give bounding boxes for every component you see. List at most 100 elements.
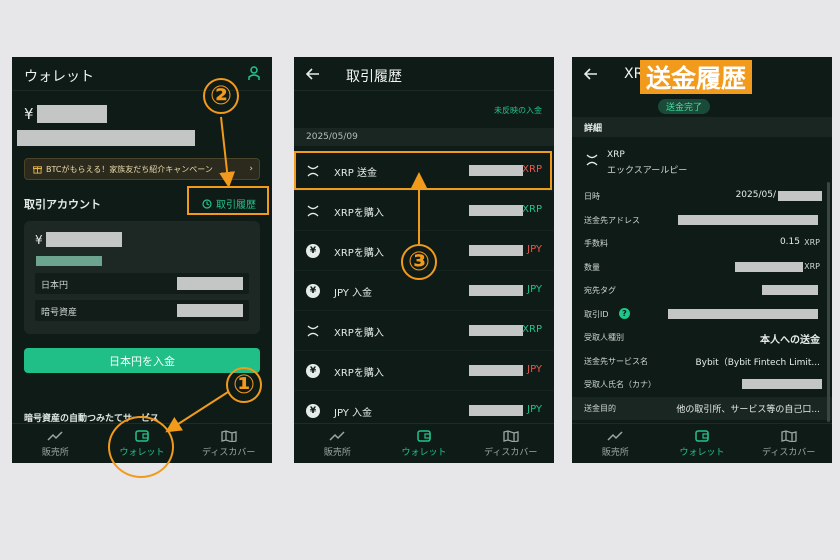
value-masked xyxy=(778,191,822,201)
back-arrow-icon[interactable] xyxy=(306,68,320,80)
crypto-row-label: 暗号資産 xyxy=(41,308,78,318)
nav-discover-label: ディスカバー xyxy=(483,447,538,458)
account-yen-symbol: ¥ xyxy=(35,233,43,247)
highlight-xrp-transfer xyxy=(294,151,552,190)
help-icon[interactable]: ? xyxy=(619,307,630,319)
annotation-one: ① xyxy=(226,367,262,403)
nav-market[interactable]: 販売所 xyxy=(294,424,381,463)
nav-market[interactable]: 販売所 xyxy=(12,424,99,463)
detail-label: 受取人氏名（カナ） xyxy=(584,380,656,389)
yen-coin-icon: ¥ xyxy=(306,404,320,418)
detail-value: Bybit（Bybit Fintech Limit... xyxy=(695,357,820,368)
transaction-row[interactable]: ¥ XRPを購入 JPY xyxy=(294,351,554,391)
nav-wallet-label: ウォレット xyxy=(679,447,725,458)
detail-header: 詳細 xyxy=(572,117,832,137)
scrollbar[interactable] xyxy=(827,182,830,422)
yen-coin-icon: ¥ xyxy=(306,284,320,298)
transaction-row[interactable]: XRPを購入 XRP xyxy=(294,191,554,231)
detail-row: 手数料 0.15 XRP xyxy=(572,232,832,255)
page-title: ウォレット xyxy=(24,69,94,85)
nav-market-label: 販売所 xyxy=(41,447,69,458)
nav-market[interactable]: 販売所 xyxy=(572,424,659,463)
balance-sub-masked xyxy=(17,130,195,146)
chevron-right-icon: › xyxy=(249,164,253,174)
transaction-unit: JPY xyxy=(527,404,542,415)
highlight-history-link xyxy=(187,186,269,215)
detail-label: 送金先サービス名 xyxy=(584,356,648,366)
detail-label: 宛先タグ xyxy=(584,286,616,295)
annotation-two: ② xyxy=(203,78,239,114)
annotation-three: ③ xyxy=(401,244,437,280)
transaction-unit: XRP xyxy=(522,324,542,335)
nav-discover-label: ディスカバー xyxy=(201,447,256,458)
value-masked xyxy=(742,379,822,389)
detail-row: 取引ID? xyxy=(572,303,832,326)
transaction-label: XRPを購入 xyxy=(334,208,384,219)
detail-row: 日時 2025/05/ xyxy=(572,185,832,208)
bottom-nav: 販売所 ウォレット ディスカバー xyxy=(294,423,554,463)
amount-masked xyxy=(469,205,523,216)
gift-icon xyxy=(33,165,42,174)
transaction-row[interactable]: XRPを購入 XRP xyxy=(294,311,554,351)
transaction-label: JPY 入金 xyxy=(334,288,373,299)
transaction-label: XRPを購入 xyxy=(334,328,384,339)
nav-discover[interactable]: ディスカバー xyxy=(185,424,272,463)
detail-label: 取引ID xyxy=(584,309,609,319)
detail-suffix: XRP xyxy=(804,238,820,247)
detail-label: 日時 xyxy=(584,192,600,201)
jpy-row[interactable]: 日本円 xyxy=(35,273,249,294)
balance-masked xyxy=(37,105,107,123)
detail-row: 数量 XRP xyxy=(572,256,832,279)
chart-icon xyxy=(329,430,345,441)
detail-label: 送金目的 xyxy=(584,403,616,413)
transaction-label: XRPを購入 xyxy=(334,368,384,379)
amount-masked xyxy=(469,285,523,296)
crypto-value-masked xyxy=(177,304,243,317)
nav-wallet[interactable]: ウォレット xyxy=(381,424,468,463)
detail-value: 本人への送金 xyxy=(760,335,820,346)
detail-label: 送金先アドレス xyxy=(584,215,640,225)
nav-discover[interactable]: ディスカバー xyxy=(745,424,832,463)
user-icon[interactable] xyxy=(248,66,260,81)
amount-masked xyxy=(469,245,523,256)
xrp-icon xyxy=(307,325,319,337)
yen-coin-icon: ¥ xyxy=(306,244,320,258)
account-balance-masked xyxy=(46,232,122,247)
nav-discover[interactable]: ディスカバー xyxy=(467,424,554,463)
amount-masked xyxy=(469,365,523,376)
amount-masked xyxy=(469,325,523,336)
amount-masked xyxy=(469,405,523,416)
nav-discover-label: ディスカバー xyxy=(761,447,816,458)
detail-row: 受取人種別 本人への送金 xyxy=(572,326,832,349)
nav-wallet[interactable]: ウォレット xyxy=(659,424,746,463)
overlay-title: 送金履歴 xyxy=(640,60,753,94)
unreflected-deposits-link[interactable]: 未反映の入金 xyxy=(494,105,542,116)
transaction-label: XRPを購入 xyxy=(334,248,384,259)
value-masked xyxy=(762,285,818,295)
map-icon xyxy=(781,429,797,442)
map-icon xyxy=(503,429,519,442)
crypto-row[interactable]: 暗号資産 xyxy=(35,300,249,321)
balance-yen-symbol: ¥ xyxy=(24,105,34,123)
detail-heading: 詳細 xyxy=(584,124,603,134)
chart-icon xyxy=(607,430,623,441)
jpy-value-masked xyxy=(177,277,243,290)
nav-market-label: 販売所 xyxy=(323,447,351,458)
detail-label: 受取人種別 xyxy=(584,333,624,342)
detail-value: 他の取引所、サービス等の自己口... xyxy=(676,404,820,415)
deposit-button[interactable]: 日本円を入金 xyxy=(24,348,260,373)
highlight-wallet-tab xyxy=(108,416,174,478)
coin-name: XRP xyxy=(607,150,625,160)
coin-kana: エックスアールピー xyxy=(607,166,688,176)
date-label: 2025/05/09 xyxy=(306,132,358,142)
detail-row: 受取人氏名（カナ） xyxy=(572,373,832,396)
wallet-screen: ウォレット ¥ BTCがもらえる！家族友だち紹介キャンペーン › 取引アカウント… xyxy=(12,57,272,463)
detail-row: 送金先サービス名 Bybit（Bybit Fintech Limit... xyxy=(572,350,832,373)
xrp-icon xyxy=(307,205,319,217)
transaction-unit: JPY xyxy=(527,284,542,295)
transfer-detail-screen: XR 送金完了 詳細 XRP エックスアールピー 日時 2025/05/送金先アド… xyxy=(572,57,832,463)
back-arrow-icon[interactable] xyxy=(584,68,598,80)
campaign-banner[interactable]: BTCがもらえる！家族友だち紹介キャンペーン › xyxy=(24,158,260,180)
wallet-icon xyxy=(695,429,709,442)
transaction-unit: XRP xyxy=(522,204,542,215)
